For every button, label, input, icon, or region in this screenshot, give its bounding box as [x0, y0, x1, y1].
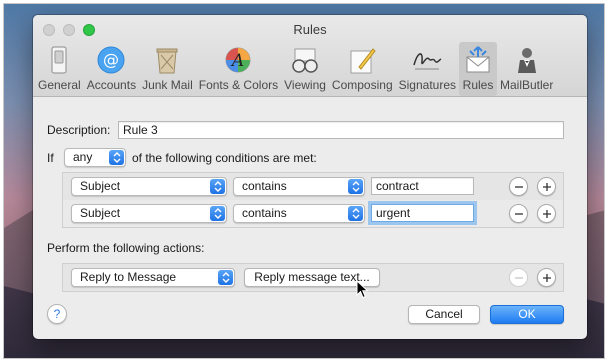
remove-condition-button[interactable]: [509, 177, 528, 196]
toolbar-item-junk-mail[interactable]: Junk Mail: [139, 42, 196, 96]
signature-icon: [411, 44, 443, 76]
toolbar-item-fonts-colors[interactable]: A Fonts & Colors: [196, 42, 281, 96]
minus-icon: [514, 212, 523, 215]
plus-icon: [542, 273, 551, 282]
description-field[interactable]: Rule 3: [118, 121, 564, 139]
help-button[interactable]: ?: [47, 304, 67, 324]
toolbar-item-signatures[interactable]: Signatures: [396, 42, 459, 96]
minus-icon: [514, 185, 523, 188]
chevron-updown-icon: [210, 206, 225, 221]
toolbar-label: Accounts: [86, 78, 137, 92]
at-sign-icon: @: [95, 44, 127, 76]
title-bar: Rules General @ Accounts Junk Mail A Fon…: [33, 15, 587, 97]
condition-value-field[interactable]: urgent: [371, 204, 474, 222]
svg-text:@: @: [103, 50, 119, 69]
toolbar-item-composing[interactable]: Composing: [329, 42, 396, 96]
remove-condition-button[interactable]: [509, 204, 528, 223]
ok-button[interactable]: OK: [490, 305, 564, 324]
chevron-updown-icon: [109, 150, 124, 165]
if-label: If: [47, 151, 54, 165]
butler-icon: [511, 44, 543, 76]
condition-field-value: Subject: [80, 206, 121, 220]
pencil-paper-icon: [346, 44, 378, 76]
plus-icon: [542, 209, 551, 218]
window-title: Rules: [293, 22, 327, 37]
cancel-button[interactable]: Cancel: [408, 305, 480, 324]
glasses-icon: [289, 44, 321, 76]
svg-text:A: A: [230, 51, 244, 71]
match-popup-value: any: [73, 150, 93, 164]
toolbar-item-general[interactable]: General: [35, 42, 84, 96]
toolbar-label: Rules: [462, 78, 494, 92]
action-row: Reply to Message Reply message text...: [63, 264, 563, 291]
toolbar-item-accounts[interactable]: @ Accounts: [84, 42, 139, 96]
condition-value-field[interactable]: contract: [371, 177, 474, 195]
conditions-panel: Subject contains contract Subject contai…: [62, 172, 564, 228]
trash-bin-icon: [151, 44, 183, 76]
add-condition-button[interactable]: [537, 177, 556, 196]
toolbar-item-viewing[interactable]: Viewing: [281, 42, 329, 96]
chevron-updown-icon: [210, 179, 225, 194]
chevron-updown-icon: [348, 206, 363, 221]
toolbar-item-mailbutler[interactable]: MailButler: [497, 42, 556, 96]
condition-field-value: Subject: [80, 179, 121, 193]
screenshot-frame: Rules General @ Accounts Junk Mail A Fon…: [3, 3, 605, 359]
mouse-pointer-icon: [356, 280, 369, 299]
action-type-value: Reply to Message: [80, 270, 177, 284]
condition-field-popup[interactable]: Subject: [71, 204, 227, 223]
condition-row: Subject contains contract: [63, 173, 563, 200]
rule-editor-sheet: Description: Rule 3 If any of the follow…: [33, 97, 587, 339]
actions-panel: Reply to Message Reply message text...: [62, 263, 564, 292]
toolbar-label: Signatures: [398, 78, 456, 92]
toolbar-item-rules[interactable]: Rules: [459, 42, 497, 96]
condition-row: Subject contains urgent: [63, 200, 563, 227]
toolbar-label: Composing: [331, 78, 393, 92]
preferences-toolbar: General @ Accounts Junk Mail A Fonts & C…: [35, 42, 556, 96]
condition-operator-value: contains: [242, 206, 287, 220]
toolbar-label: Fonts & Colors: [198, 78, 279, 92]
condition-field-popup[interactable]: Subject: [71, 177, 227, 196]
minus-icon: [514, 276, 523, 279]
condition-operator-value: contains: [242, 179, 287, 193]
actions-label: Perform the following actions:: [47, 241, 205, 255]
preferences-window: Rules General @ Accounts Junk Mail A Fon…: [33, 15, 587, 339]
toolbar-label: Viewing: [284, 78, 326, 92]
chevron-updown-icon: [348, 179, 363, 194]
remove-action-button[interactable]: [509, 268, 528, 287]
toolbar-label: MailButler: [500, 78, 554, 92]
plus-icon: [542, 182, 551, 191]
conditions-suffix-label: of the following conditions are met:: [132, 151, 317, 165]
description-label: Description:: [47, 123, 111, 137]
action-type-popup[interactable]: Reply to Message: [71, 268, 235, 287]
toolbar-label: General: [38, 78, 81, 92]
add-condition-button[interactable]: [537, 204, 556, 223]
condition-operator-popup[interactable]: contains: [233, 204, 365, 223]
rules-envelope-icon: [462, 44, 494, 76]
font-palette-icon: A: [222, 44, 254, 76]
chevron-updown-icon: [218, 270, 233, 285]
toolbar-label: Junk Mail: [142, 78, 193, 92]
general-switch-icon: [43, 44, 75, 76]
condition-operator-popup[interactable]: contains: [233, 177, 365, 196]
match-popup[interactable]: any: [64, 148, 126, 167]
add-action-button[interactable]: [537, 268, 556, 287]
